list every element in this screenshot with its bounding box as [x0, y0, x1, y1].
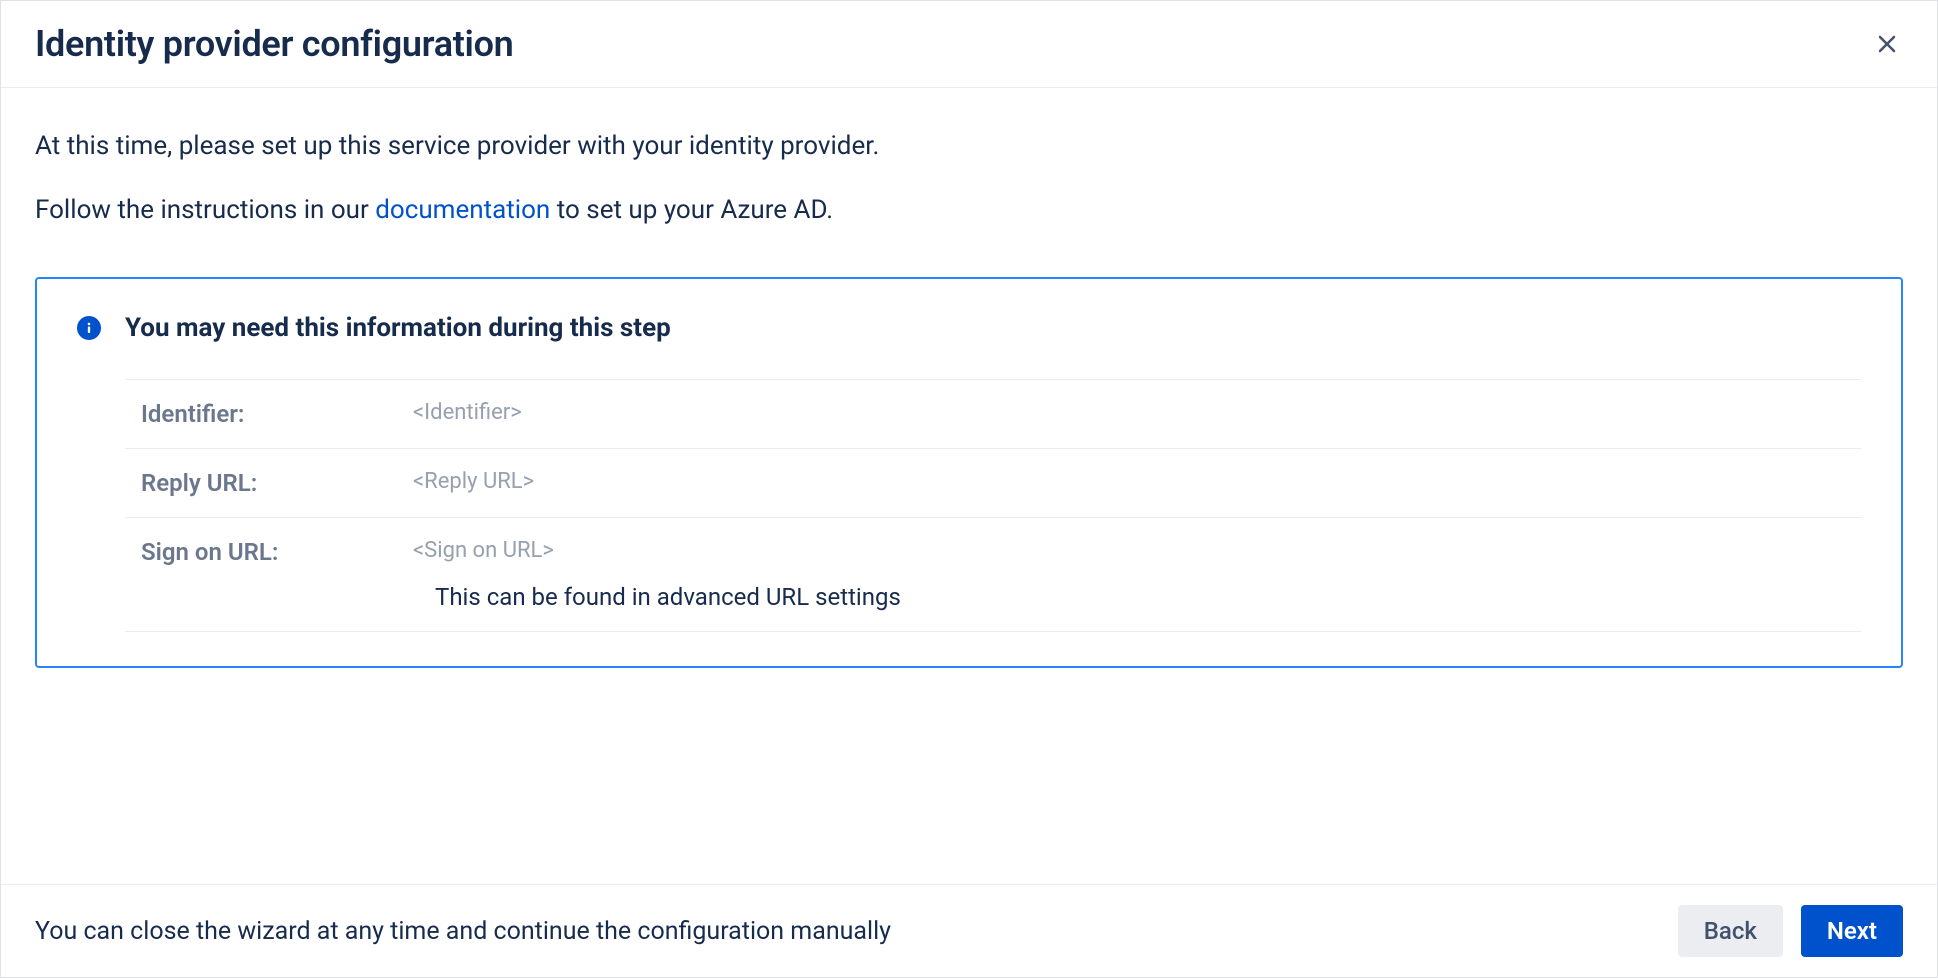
reply-url-value-cell: <Reply URL> [405, 469, 1861, 494]
dialog-content: At this time, please set up this service… [1, 88, 1937, 668]
sign-on-url-value: <Sign on URL> [413, 538, 554, 563]
info-panel-header: You may need this information during thi… [77, 313, 1861, 343]
sign-on-url-label: Sign on URL: [125, 538, 405, 566]
dialog-title: Identity provider configuration [35, 23, 514, 65]
footer-hint: You can close the wizard at any time and… [35, 917, 891, 946]
reply-url-value: <Reply URL> [413, 469, 534, 494]
identifier-label: Identifier: [125, 400, 405, 428]
info-row-identifier: Identifier: <Identifier> [125, 379, 1861, 448]
dialog-header: Identity provider configuration [1, 1, 1937, 88]
info-row-reply-url: Reply URL: <Reply URL> [125, 448, 1861, 517]
info-panel-title: You may need this information during thi… [125, 313, 671, 343]
sign-on-url-helper: This can be found in advanced URL settin… [413, 583, 1861, 611]
identifier-value: <Identifier> [413, 400, 522, 425]
info-table: Identifier: <Identifier> Reply URL: <Rep… [125, 379, 1861, 632]
close-icon [1875, 32, 1899, 56]
back-button[interactable]: Back [1678, 905, 1783, 957]
intro-line-1: At this time, please set up this service… [35, 128, 1903, 164]
close-button[interactable] [1871, 28, 1903, 60]
info-icon [77, 316, 101, 340]
sign-on-url-value-cell: <Sign on URL> This can be found in advan… [405, 538, 1861, 611]
dialog-footer: You can close the wizard at any time and… [1, 884, 1937, 977]
next-button[interactable]: Next [1801, 905, 1903, 957]
info-row-sign-on-url: Sign on URL: <Sign on URL> This can be f… [125, 517, 1861, 632]
footer-buttons: Back Next [1678, 905, 1903, 957]
info-panel: You may need this information during thi… [35, 277, 1903, 668]
intro-line-2-post: to set up your Azure AD. [550, 195, 833, 225]
documentation-link[interactable]: documentation [375, 195, 550, 225]
intro-line-2-pre: Follow the instructions in our [35, 195, 375, 225]
reply-url-label: Reply URL: [125, 469, 405, 497]
identifier-value-cell: <Identifier> [405, 400, 1861, 425]
intro-line-2: Follow the instructions in our documenta… [35, 192, 1903, 228]
